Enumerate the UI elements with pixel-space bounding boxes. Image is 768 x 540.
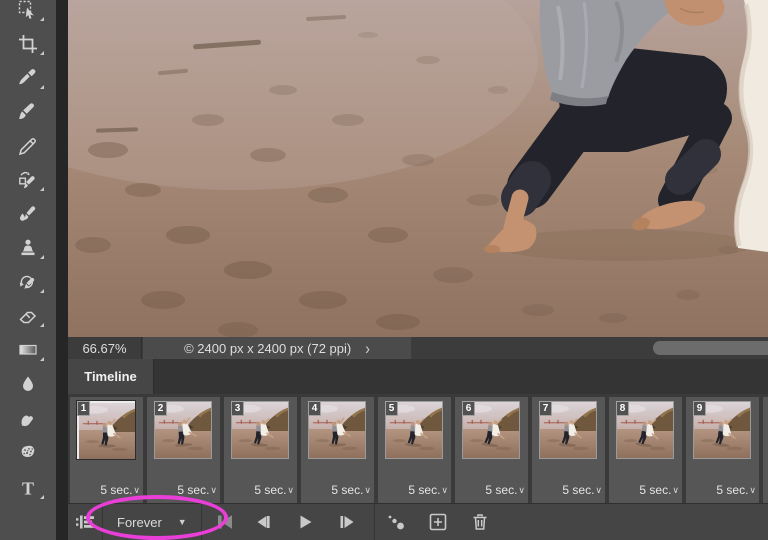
frame-delay-dropdown[interactable]: 5 sec. ∨ <box>562 483 602 497</box>
convert-to-video-timeline-button[interactable] <box>68 504 102 540</box>
timeline-frame[interactable]: 8 5 sec. ∨ <box>609 397 682 503</box>
frame-delay-dropdown[interactable]: 5 sec. ∨ <box>254 483 294 497</box>
tab-timeline-label: Timeline <box>84 369 137 384</box>
timeline-frame[interactable]: 4 5 sec. ∨ <box>301 397 374 503</box>
smudge-tool-icon[interactable] <box>0 408 56 428</box>
frame-delay-label: 5 sec. <box>639 483 671 497</box>
panel-divider <box>56 0 68 540</box>
pencil-tool-icon[interactable] <box>0 136 56 156</box>
type-tool-icon[interactable]: T <box>0 478 56 498</box>
frame-delay-dropdown[interactable]: 5 sec. ∨ <box>408 483 448 497</box>
frame-number-badge: 1 <box>77 401 90 416</box>
frame-delay-dropdown[interactable]: 5 sec. ∨ <box>177 483 217 497</box>
frame-delay-label: 5 sec. <box>485 483 517 497</box>
play-animation-button[interactable] <box>288 504 322 540</box>
timeline-controls: Forever ▼ <box>68 503 768 540</box>
frame-delay-label: 5 sec. <box>716 483 748 497</box>
frame-delay-label: 5 sec. <box>177 483 209 497</box>
frame-number-badge: 7 <box>539 401 552 416</box>
frame-delay-label: 5 sec. <box>408 483 440 497</box>
frame-number-badge: 4 <box>308 401 321 416</box>
timeline-frame[interactable]: 5 5 sec. ∨ <box>378 397 451 503</box>
watercolor-brush-tool-icon[interactable] <box>0 204 56 224</box>
tween-button[interactable] <box>379 504 413 540</box>
select-previous-frame-button[interactable] <box>246 504 280 540</box>
blur-tool-icon[interactable] <box>0 374 56 394</box>
select-first-frame-button[interactable] <box>208 504 242 540</box>
frame-delay-caret-icon: ∨ <box>133 485 140 496</box>
frame-delay-caret-icon: ∨ <box>595 485 602 496</box>
frame-delay-caret-icon: ∨ <box>518 485 525 496</box>
delete-frame-button[interactable] <box>463 504 497 540</box>
brush-tool-icon[interactable] <box>0 102 56 122</box>
status-expand-chevron-icon[interactable]: › <box>365 338 370 357</box>
frame-delay-label: 5 sec. <box>562 483 594 497</box>
mixer-brush-tool-icon[interactable] <box>0 170 56 190</box>
loop-caret-icon: ▼ <box>178 517 187 527</box>
gradient-tool-icon[interactable] <box>0 340 56 360</box>
photoshop-window: T <box>0 0 768 540</box>
timeline-frame[interactable]: 6 5 sec. ∨ <box>455 397 528 503</box>
document-info[interactable]: © 2400 px x 2400 px (72 ppi) › <box>143 337 411 359</box>
frame-delay-caret-icon: ∨ <box>441 485 448 496</box>
clone-stamp-tool-icon[interactable] <box>0 238 56 258</box>
frame-delay-caret-icon: ∨ <box>364 485 371 496</box>
new-frame-button[interactable] <box>421 504 455 540</box>
timeline-frame[interactable]: 2 5 sec. ∨ <box>147 397 220 503</box>
frame-number-badge: 2 <box>154 401 167 416</box>
sponge-tool-icon[interactable] <box>0 442 56 462</box>
document-info-text: © 2400 px x 2400 px (72 ppi) <box>184 341 351 356</box>
frame-delay-caret-icon: ∨ <box>210 485 217 496</box>
loop-count-dropdown[interactable]: Forever ▼ <box>103 504 201 540</box>
timeline-panel-header: Timeline <box>68 359 768 394</box>
frame-delay-label: 5 sec. <box>254 483 286 497</box>
frame-number-badge: 8 <box>616 401 629 416</box>
timeline-frame[interactable]: 7 5 sec. ∨ <box>532 397 605 503</box>
move-tool-icon[interactable] <box>0 0 56 20</box>
timeline-frame[interactable]: 9 5 sec. ∨ <box>686 397 759 503</box>
frame-number-badge: 5 <box>385 401 398 416</box>
svg-text:T: T <box>22 479 34 499</box>
tool-column: T <box>0 0 56 540</box>
loop-count-label: Forever <box>117 515 162 530</box>
frame-number-badge: 6 <box>462 401 475 416</box>
timeline-frame[interactable]: 1 5 sec. ∨ <box>70 397 143 503</box>
select-next-frame-button[interactable] <box>330 504 364 540</box>
frame-delay-caret-icon: ∨ <box>287 485 294 496</box>
zoom-level-value: 66.67% <box>82 341 126 356</box>
timeline-frame[interactable] <box>763 397 768 503</box>
timeline-frame[interactable]: 3 5 sec. ∨ <box>224 397 297 503</box>
canvas-image[interactable] <box>68 0 768 337</box>
tab-timeline[interactable]: Timeline <box>68 359 154 394</box>
frame-number-badge: 3 <box>231 401 244 416</box>
history-brush-tool-icon[interactable] <box>0 272 56 292</box>
frame-delay-dropdown[interactable]: 5 sec. ∨ <box>639 483 679 497</box>
frame-delay-label: 5 sec. <box>100 483 132 497</box>
zoom-level-field[interactable]: 66.67% <box>68 337 142 359</box>
beach-photo <box>68 0 768 337</box>
frame-delay-dropdown[interactable]: 5 sec. ∨ <box>331 483 371 497</box>
frame-delay-dropdown[interactable]: 5 sec. ∨ <box>100 483 140 497</box>
frame-delay-dropdown[interactable]: 5 sec. ∨ <box>716 483 756 497</box>
frame-delay-label: 5 sec. <box>331 483 363 497</box>
eraser-tool-icon[interactable] <box>0 306 56 326</box>
eyedropper-tool-icon[interactable] <box>0 68 56 88</box>
status-bar: 66.67% © 2400 px x 2400 px (72 ppi) › <box>68 337 768 359</box>
frame-delay-caret-icon: ∨ <box>672 485 679 496</box>
frame-number-badge: 9 <box>693 401 706 416</box>
horizontal-scrollbar-thumb[interactable] <box>653 341 768 355</box>
frame-delay-caret-icon: ∨ <box>749 485 756 496</box>
frame-delay-dropdown[interactable]: 5 sec. ∨ <box>485 483 525 497</box>
crop-tool-icon[interactable] <box>0 34 56 54</box>
timeline-frames-row: 1 5 sec. ∨ <box>68 394 768 503</box>
